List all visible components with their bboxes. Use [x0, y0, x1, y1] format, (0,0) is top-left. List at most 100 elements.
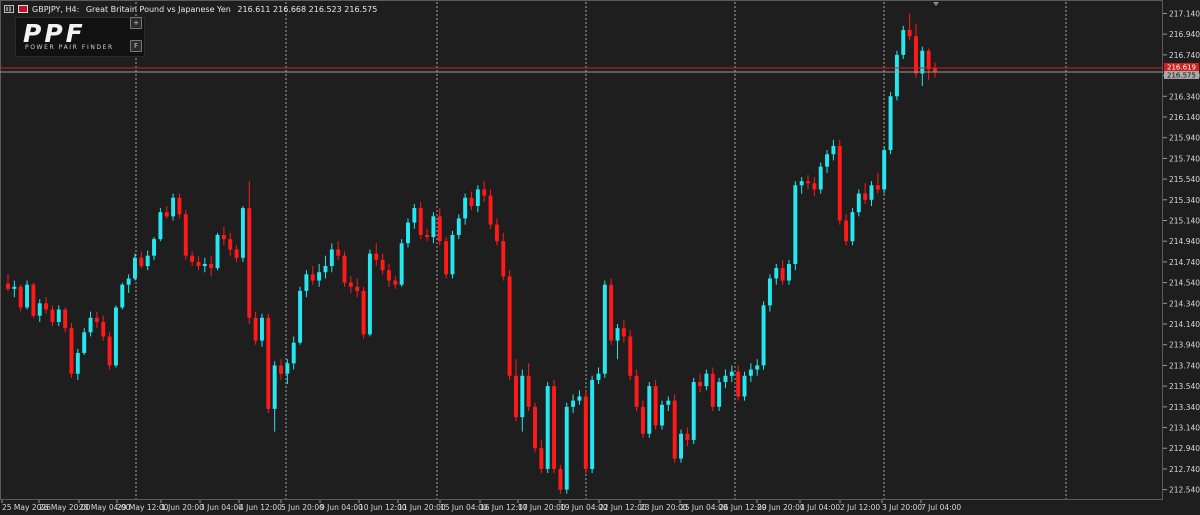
y-tick-label: 215.940: [1169, 134, 1200, 143]
symbol-description: Great Britain Pound vs Japanese Yen: [85, 4, 231, 14]
candle-body: [431, 216, 436, 238]
candle-body: [317, 272, 322, 281]
candle-body: [329, 249, 334, 267]
candle-body: [412, 208, 417, 223]
y-tick-label: 216.340: [1169, 92, 1200, 101]
candle-body: [818, 166, 823, 190]
x-tick-label: 29 Jun 20:00: [757, 503, 805, 512]
candle-body: [374, 253, 379, 260]
chart-header: GBPJPY, H4: Great Britain Pound vs Japan…: [4, 2, 381, 16]
candle-body: [933, 68, 937, 72]
y-tick-label: 212.940: [1169, 444, 1200, 453]
candle-body: [825, 154, 830, 167]
candle-body: [488, 195, 493, 225]
y-tick-label: 215.140: [1169, 216, 1200, 225]
ppf-logo: PPF POWER PAIR FINDER: [15, 17, 145, 57]
candle-body: [234, 249, 239, 258]
candle-body: [94, 317, 99, 322]
candle-body: [615, 328, 620, 341]
x-tick-label: 3 Jul 20:00: [882, 503, 922, 512]
chart-type-icon[interactable]: [4, 5, 14, 13]
candle-body: [621, 328, 626, 337]
bid-price-label: 216.575: [1167, 71, 1196, 79]
candle-body: [63, 309, 68, 329]
y-tick-label: 214.140: [1169, 320, 1200, 329]
flag-icon: [18, 5, 28, 13]
candle-body: [215, 234, 220, 269]
candle-body: [50, 309, 55, 322]
candle-body: [653, 386, 658, 426]
logo-plus-button[interactable]: +: [130, 17, 142, 29]
candle-body: [647, 386, 652, 434]
candle-body: [120, 284, 125, 308]
candle-body: [602, 284, 607, 374]
candle-body: [247, 208, 252, 318]
plot-frame: [0, 0, 1163, 500]
candle-body: [710, 373, 715, 407]
symbol-label: GBPJPY, H4:: [32, 4, 80, 14]
price-chart-svg[interactable]: 217.140216.940216.740216.540216.340216.1…: [0, 0, 1200, 515]
candle-body: [748, 369, 753, 376]
y-tick-label: 214.540: [1169, 279, 1200, 288]
candle-body: [450, 234, 455, 275]
candle-body: [717, 381, 722, 407]
y-tick-label: 212.540: [1169, 486, 1200, 495]
candle-body: [634, 375, 639, 407]
candle-body: [196, 261, 201, 267]
candle-body: [596, 373, 601, 380]
candle-body: [577, 396, 582, 401]
candle-body: [171, 197, 176, 217]
candle-body: [533, 406, 537, 449]
y-tick-label: 216.140: [1169, 113, 1200, 122]
candle-body: [571, 400, 576, 407]
candle-body: [437, 216, 442, 242]
candle-body: [145, 255, 150, 267]
candle-body: [75, 353, 80, 374]
ohlc-values: 216.611 216.668 216.523 216.575: [237, 4, 378, 14]
candle-body: [44, 303, 49, 310]
candle-body: [793, 185, 798, 264]
y-tick-label: 213.140: [1169, 424, 1200, 433]
x-tick-label: 1 Jun 20:00: [161, 503, 204, 512]
candle-body: [767, 278, 772, 306]
candle-body: [126, 278, 131, 285]
candle-body: [494, 224, 499, 242]
candle-body: [260, 317, 264, 341]
candle-body: [882, 150, 887, 190]
x-tick-label: 3 Jun 04:00: [200, 503, 243, 512]
candle-body: [698, 381, 703, 387]
candle-body: [475, 189, 480, 207]
candle-body: [310, 274, 315, 281]
candle-body: [6, 283, 10, 289]
candle-body: [774, 268, 779, 279]
candle-body: [729, 371, 734, 376]
candle-body: [336, 249, 341, 256]
candle-body: [920, 50, 925, 74]
candle-body: [18, 286, 23, 308]
y-tick-label: 216.740: [1169, 51, 1200, 60]
candle-body: [590, 379, 595, 469]
logo-f-button[interactable]: F: [130, 40, 142, 52]
candle-body: [25, 284, 30, 308]
candle-body: [761, 305, 766, 366]
chart-area[interactable]: 217.140216.940216.740216.540216.340216.1…: [0, 0, 1200, 515]
x-tick-label: 2 Jul 12:00: [840, 503, 880, 512]
candle-body: [139, 257, 144, 267]
candle-body: [736, 371, 741, 397]
y-tick-label: 217.140: [1169, 9, 1200, 18]
candle-body: [564, 406, 569, 490]
candle-body: [850, 212, 855, 242]
candle-body: [469, 197, 474, 207]
candle-body: [869, 185, 874, 200]
y-tick-label: 213.340: [1169, 403, 1200, 412]
candle-body: [285, 363, 290, 374]
candle-body: [348, 282, 353, 287]
candle-body: [12, 286, 17, 289]
candle-body: [685, 433, 690, 440]
candle-body: [691, 381, 696, 440]
candle-body: [755, 365, 760, 370]
candle-body: [342, 255, 347, 283]
candle-body: [456, 218, 461, 235]
candle-body: [780, 268, 785, 281]
candle-body: [552, 386, 557, 469]
